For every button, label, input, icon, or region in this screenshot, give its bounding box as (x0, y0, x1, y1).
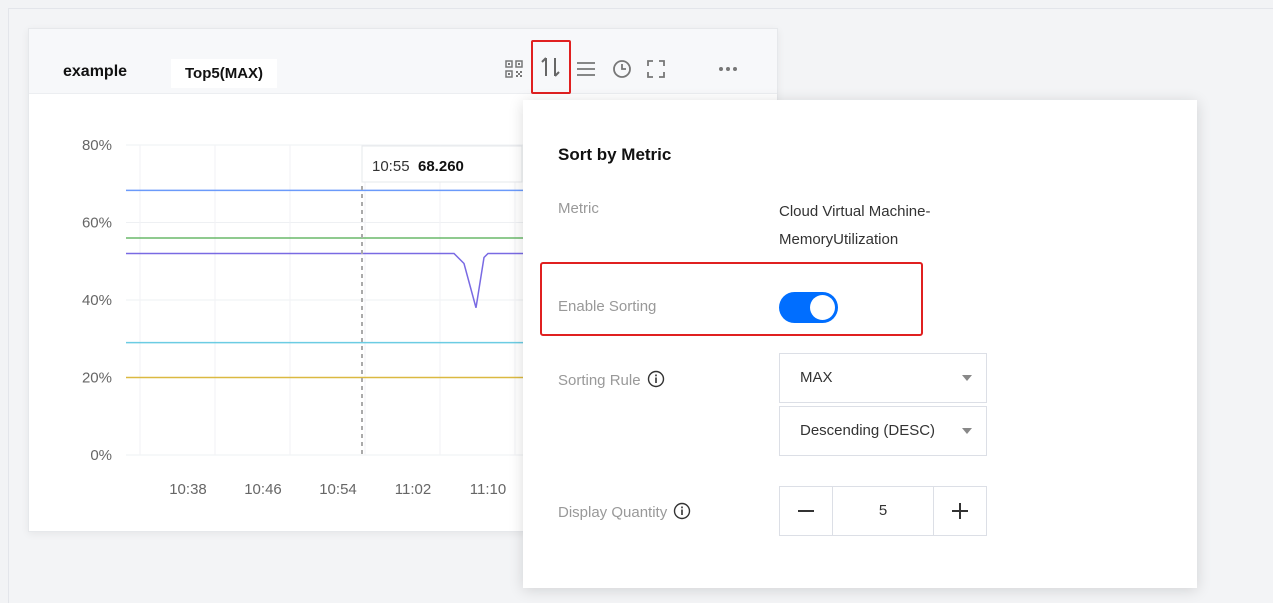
enable-sorting-label: Enable Sorting (558, 298, 657, 315)
clock-icon[interactable] (607, 51, 637, 87)
more-icon[interactable] (713, 51, 743, 87)
metric-value-line2: MemoryUtilization (779, 231, 899, 248)
x-tick-label: 10:54 (319, 481, 357, 498)
y-tick-label: 20% (82, 370, 112, 387)
metric-value-line1: Cloud Virtual Machine- (779, 203, 931, 220)
chevron-down-icon (962, 428, 972, 434)
y-tick-label: 80% (82, 137, 112, 154)
sorting-rule-label: Sorting Rule (558, 370, 665, 389)
sorting-rule-select[interactable]: MAX (779, 353, 987, 403)
tooltip-value: 68.260 (418, 158, 464, 175)
list-icon[interactable] (571, 51, 601, 87)
fullscreen-icon[interactable] (641, 51, 671, 87)
x-tick-label: 11:02 (395, 481, 431, 498)
info-icon[interactable] (647, 370, 665, 388)
tooltip-time: 10:55 (372, 158, 410, 175)
metric-label: Metric (558, 200, 599, 217)
info-icon[interactable] (673, 502, 691, 520)
sorting-rule-text: Sorting Rule (558, 372, 641, 389)
sort-popover: Sort by Metric Metric Cloud Virtual Mach… (523, 100, 1197, 588)
display-quantity-stepper: 5 (779, 486, 987, 536)
x-tick-label: 10:38 (169, 481, 207, 498)
metric-value: Cloud Virtual Machine- MemoryUtilization (779, 198, 930, 254)
y-tick-label: 40% (82, 292, 112, 309)
display-quantity-label: Display Quantity (558, 502, 691, 521)
enable-sorting-toggle[interactable] (779, 292, 838, 323)
sorting-order-value: Descending (DESC) (800, 422, 936, 439)
increment-button[interactable] (933, 487, 986, 535)
line-chart: 80% 60% 40% 20% 0% 10:38 10:46 10:54 11:02 11:10 1… (82, 137, 523, 498)
plus-icon (952, 503, 968, 519)
x-tick-label: 11:10 (470, 481, 506, 498)
toggle-knob (810, 295, 835, 320)
chevron-down-icon (962, 375, 972, 381)
y-tick-label: 60% (82, 215, 112, 232)
minus-icon (798, 510, 814, 512)
display-quantity-text: Display Quantity (558, 504, 668, 521)
y-tick-label: 0% (90, 447, 112, 464)
sorting-rule-value: MAX (800, 369, 833, 386)
popover-title: Sort by Metric (558, 145, 672, 164)
sort-icon[interactable] (531, 40, 571, 94)
sorting-order-select[interactable]: Descending (DESC) (779, 406, 987, 456)
decrement-button[interactable] (780, 487, 833, 535)
display-quantity-value[interactable]: 5 (832, 487, 934, 535)
x-tick-label: 10:46 (244, 481, 282, 498)
